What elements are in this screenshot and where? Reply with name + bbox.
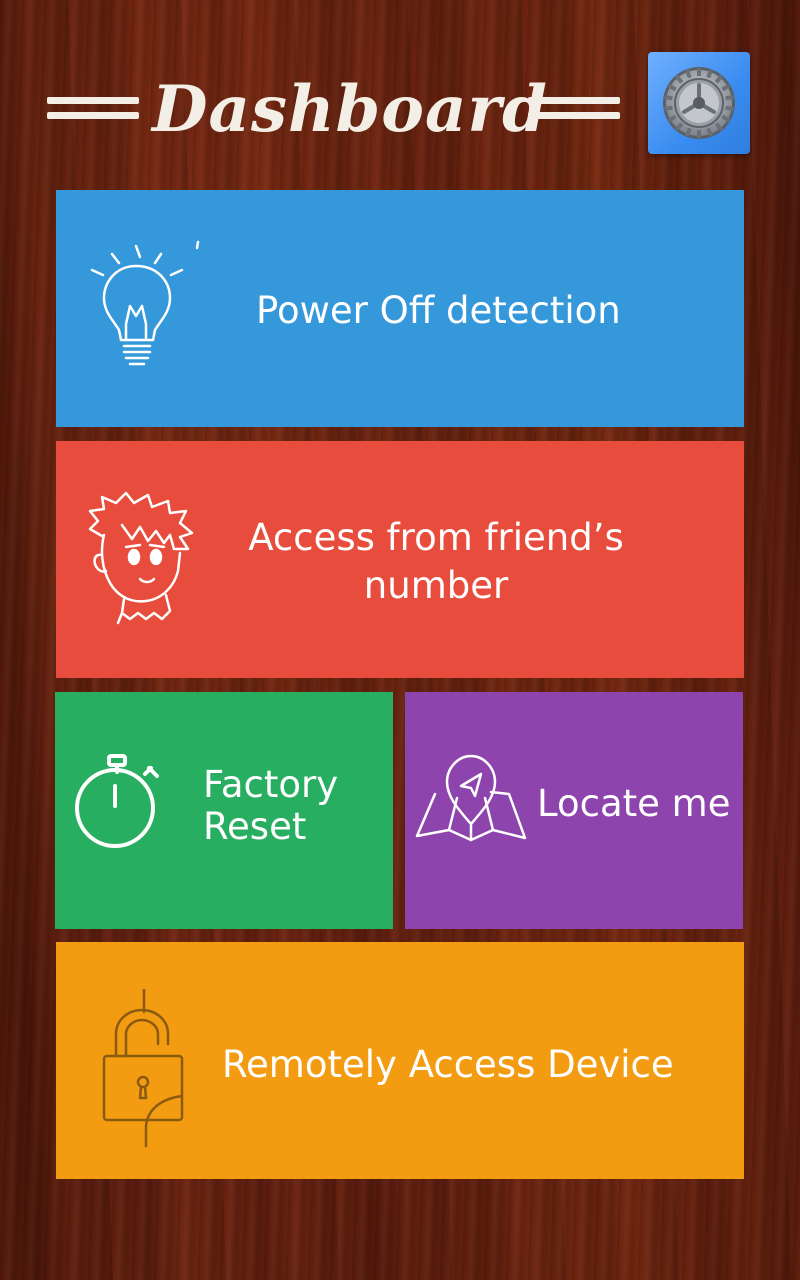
title-rule-left: [47, 97, 139, 121]
settings-gear-icon: [663, 67, 735, 139]
lightbulb-icon: [90, 240, 200, 366]
tile-remotely-access-device[interactable]: Remotely Access Device: [56, 942, 744, 1179]
title-banner: Dashboard: [40, 62, 630, 158]
tile-friend-access-label: Access from friend’s number: [248, 516, 624, 607]
padlock-icon: [102, 988, 184, 1148]
tile-access-from-friend[interactable]: Access from friend’s number: [56, 441, 744, 678]
tile-locate-me[interactable]: Locate me: [405, 692, 743, 929]
app-header: Dashboard: [0, 0, 800, 180]
tile-power-off-detection[interactable]: Power Off detection: [56, 190, 744, 427]
person-face-icon: [88, 491, 194, 625]
tile-remote-access-label: Remotely Access Device: [222, 1043, 674, 1086]
page-title: Dashboard: [152, 72, 548, 147]
title-rule-right: [528, 97, 620, 121]
tile-locate-me-label: Locate me: [537, 782, 731, 825]
map-pin-icon: [415, 754, 527, 842]
settings-button[interactable]: [648, 52, 750, 154]
tile-factory-reset-label: Factory Reset: [203, 763, 339, 848]
tile-factory-reset[interactable]: Factory Reset: [55, 692, 393, 929]
stopwatch-icon: [75, 754, 159, 848]
tile-power-off-label: Power Off detection: [256, 289, 621, 332]
